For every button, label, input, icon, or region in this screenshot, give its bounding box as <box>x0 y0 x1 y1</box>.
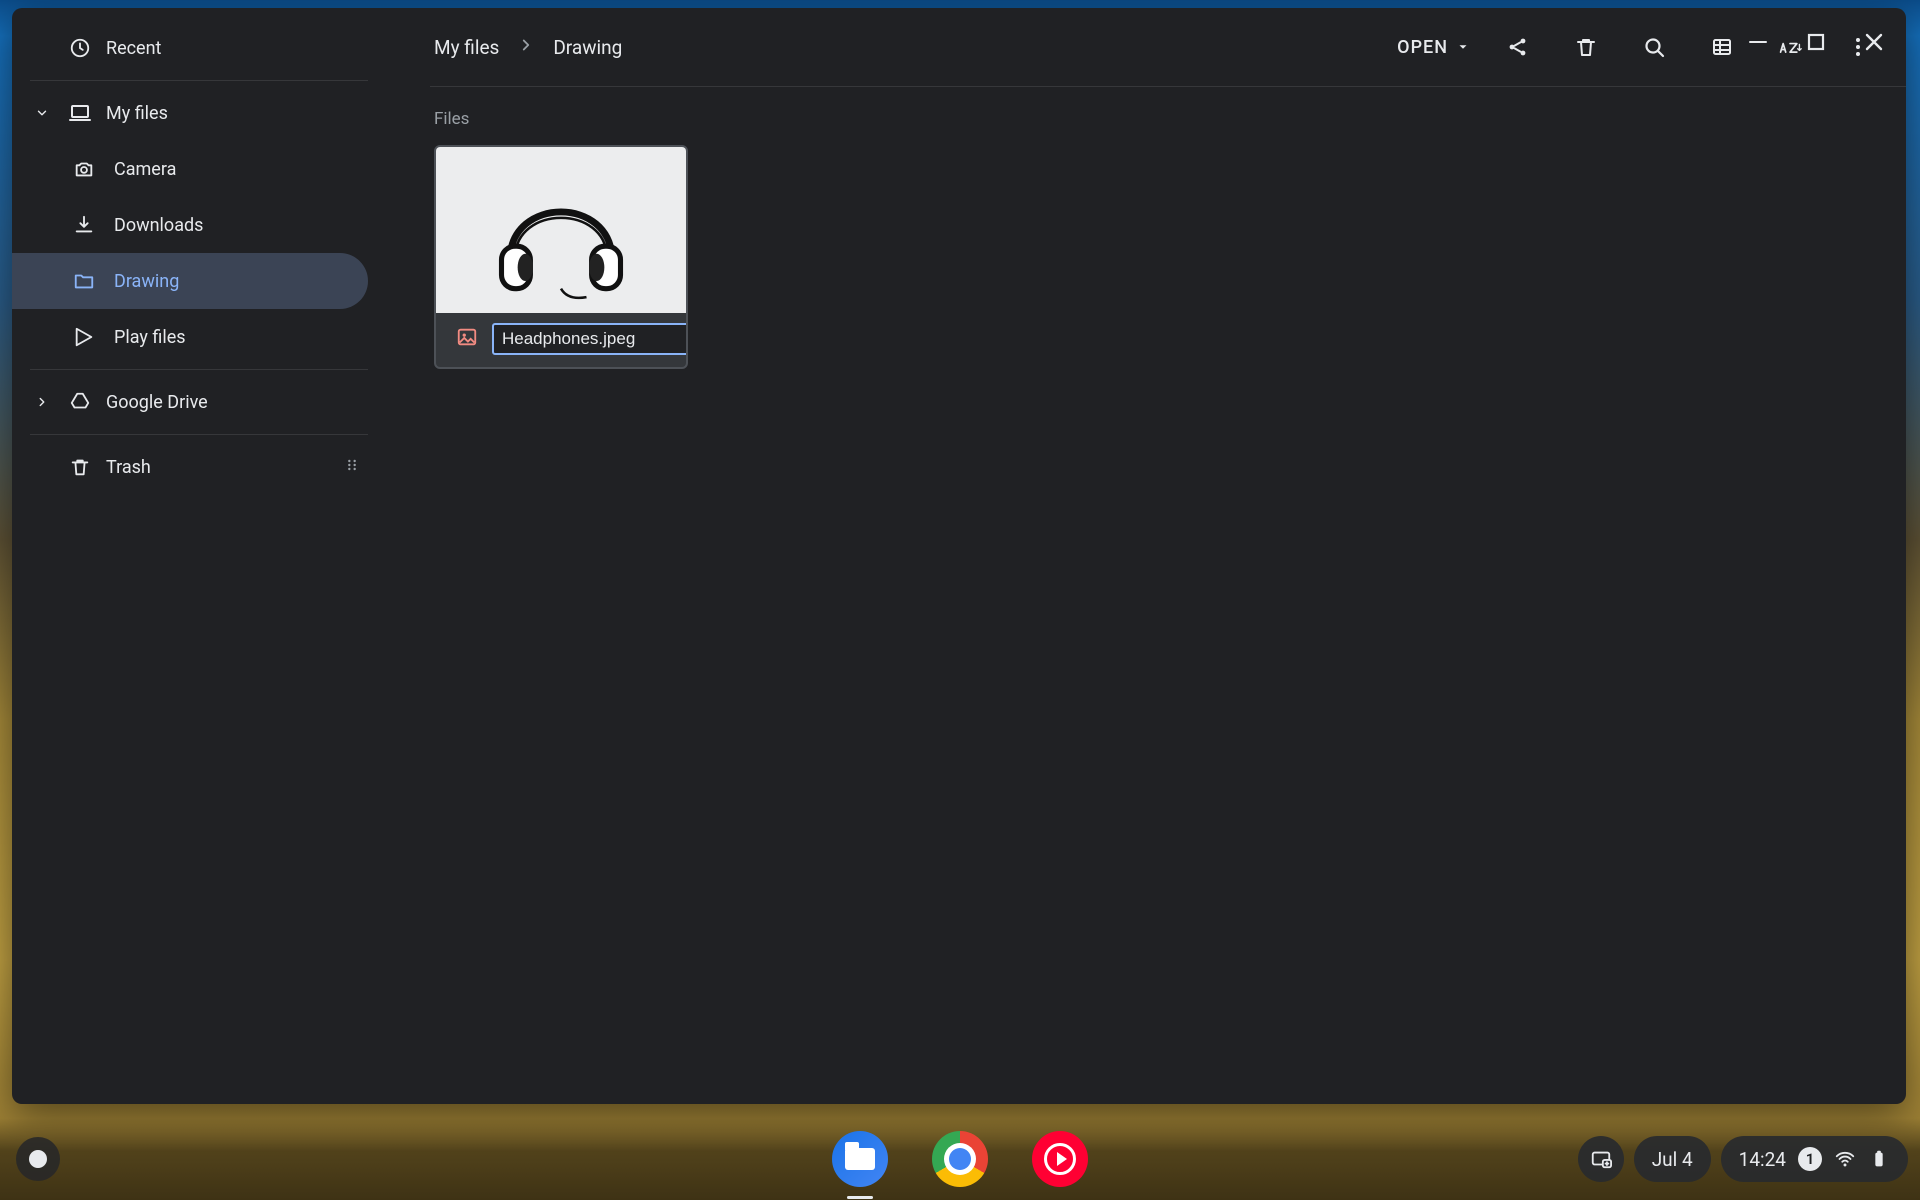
folder-icon <box>73 270 95 292</box>
play-store-icon <box>73 326 95 348</box>
sidebar-divider <box>30 434 368 435</box>
sidebar-item-label: Play files <box>114 327 186 348</box>
toolbar: My files Drawing OPEN <box>374 8 1906 86</box>
sidebar-item-drawing[interactable]: Drawing <box>12 253 368 309</box>
open-button[interactable]: OPEN <box>1397 37 1470 58</box>
search-button[interactable] <box>1634 27 1674 67</box>
trash-icon <box>69 456 91 478</box>
sidebar-item-label: Trash <box>106 457 151 478</box>
breadcrumb: My files Drawing <box>434 36 622 59</box>
files-app-window: Recent My files Camera <box>12 8 1906 1104</box>
drive-icon <box>69 391 91 413</box>
launcher-button[interactable] <box>16 1137 60 1181</box>
sidebar-item-label: Downloads <box>114 215 203 236</box>
close-icon <box>1862 30 1886 54</box>
headphones-illustration <box>476 155 646 305</box>
status-date-label: Jul 4 <box>1652 1148 1693 1171</box>
youtube-music-icon <box>1032 1131 1088 1187</box>
sidebar-item-trash[interactable]: Trash <box>12 439 368 495</box>
minimize-icon <box>1749 41 1767 44</box>
sidebar-item-label: Recent <box>106 38 161 59</box>
screen-capture-icon <box>1590 1148 1612 1170</box>
chevron-right-icon <box>35 395 49 409</box>
file-thumbnail <box>436 147 686 313</box>
caret-down-icon <box>1456 40 1470 54</box>
file-rename-input[interactable] <box>492 323 688 355</box>
sidebar-item-label: Google Drive <box>106 392 208 413</box>
share-button[interactable] <box>1498 27 1538 67</box>
share-icon <box>1506 35 1530 59</box>
sidebar-item-recent[interactable]: Recent <box>12 20 368 76</box>
window-minimize-button[interactable] <box>1738 22 1778 62</box>
chevron-down-icon <box>35 106 49 120</box>
shelf: Jul 4 14:24 1 <box>0 1118 1920 1200</box>
status-tray[interactable]: 14:24 1 <box>1721 1136 1908 1182</box>
launcher-icon <box>29 1150 47 1168</box>
sidebar-item-label: Drawing <box>114 271 179 292</box>
sidebar-item-play-files[interactable]: Play files <box>12 309 368 365</box>
sidebar-divider <box>30 80 368 81</box>
download-icon <box>73 214 95 236</box>
maximize-icon <box>1804 30 1828 54</box>
shelf-app-youtube-music[interactable] <box>1030 1129 1090 1189</box>
status-date[interactable]: Jul 4 <box>1634 1136 1711 1182</box>
window-maximize-button[interactable] <box>1796 22 1836 62</box>
sidebar-item-label: My files <box>106 103 168 124</box>
trash-icon <box>1574 35 1598 59</box>
file-caption <box>436 313 686 367</box>
view-toggle-button[interactable] <box>1702 27 1742 67</box>
sidebar-item-label: Camera <box>114 159 176 180</box>
window-controls <box>1738 16 1894 68</box>
image-type-icon <box>456 326 478 352</box>
wifi-icon <box>1834 1148 1856 1170</box>
shelf-app-chrome[interactable] <box>930 1129 990 1189</box>
sidebar-item-camera[interactable]: Camera <box>12 141 368 197</box>
drag-handle-icon[interactable] <box>344 457 360 478</box>
notification-count-badge: 1 <box>1798 1147 1822 1171</box>
clock-icon <box>69 37 91 59</box>
sidebar-item-downloads[interactable]: Downloads <box>12 197 368 253</box>
sidebar-item-google-drive[interactable]: Google Drive <box>12 374 368 430</box>
file-grid <box>434 145 1906 369</box>
status-time: 14:24 <box>1739 1148 1786 1171</box>
files-section-label: Files <box>434 109 1906 129</box>
battery-icon <box>1868 1148 1890 1170</box>
window-close-button[interactable] <box>1854 22 1894 62</box>
file-item[interactable] <box>434 145 688 369</box>
status-area: Jul 4 14:24 1 <box>1578 1136 1908 1182</box>
main-pane: My files Drawing OPEN <box>374 8 1906 1104</box>
sidebar-divider <box>30 369 368 370</box>
sidebar: Recent My files Camera <box>12 8 374 1104</box>
search-icon <box>1642 35 1666 59</box>
breadcrumb-root[interactable]: My files <box>434 36 499 59</box>
breadcrumb-current[interactable]: Drawing <box>553 36 622 59</box>
open-button-label: OPEN <box>1397 37 1448 58</box>
screen-capture-button[interactable] <box>1578 1136 1624 1182</box>
shelf-apps <box>830 1129 1090 1189</box>
chevron-right-icon <box>517 36 535 59</box>
files-app-icon <box>832 1131 888 1187</box>
camera-icon <box>73 158 95 180</box>
delete-button[interactable] <box>1566 27 1606 67</box>
list-view-icon <box>1710 35 1734 59</box>
chrome-icon <box>932 1131 988 1187</box>
toolbar-divider <box>430 86 1906 87</box>
sidebar-item-my-files[interactable]: My files <box>12 85 368 141</box>
laptop-icon <box>68 101 92 125</box>
shelf-app-files[interactable] <box>830 1129 890 1189</box>
active-app-indicator <box>847 1196 873 1199</box>
